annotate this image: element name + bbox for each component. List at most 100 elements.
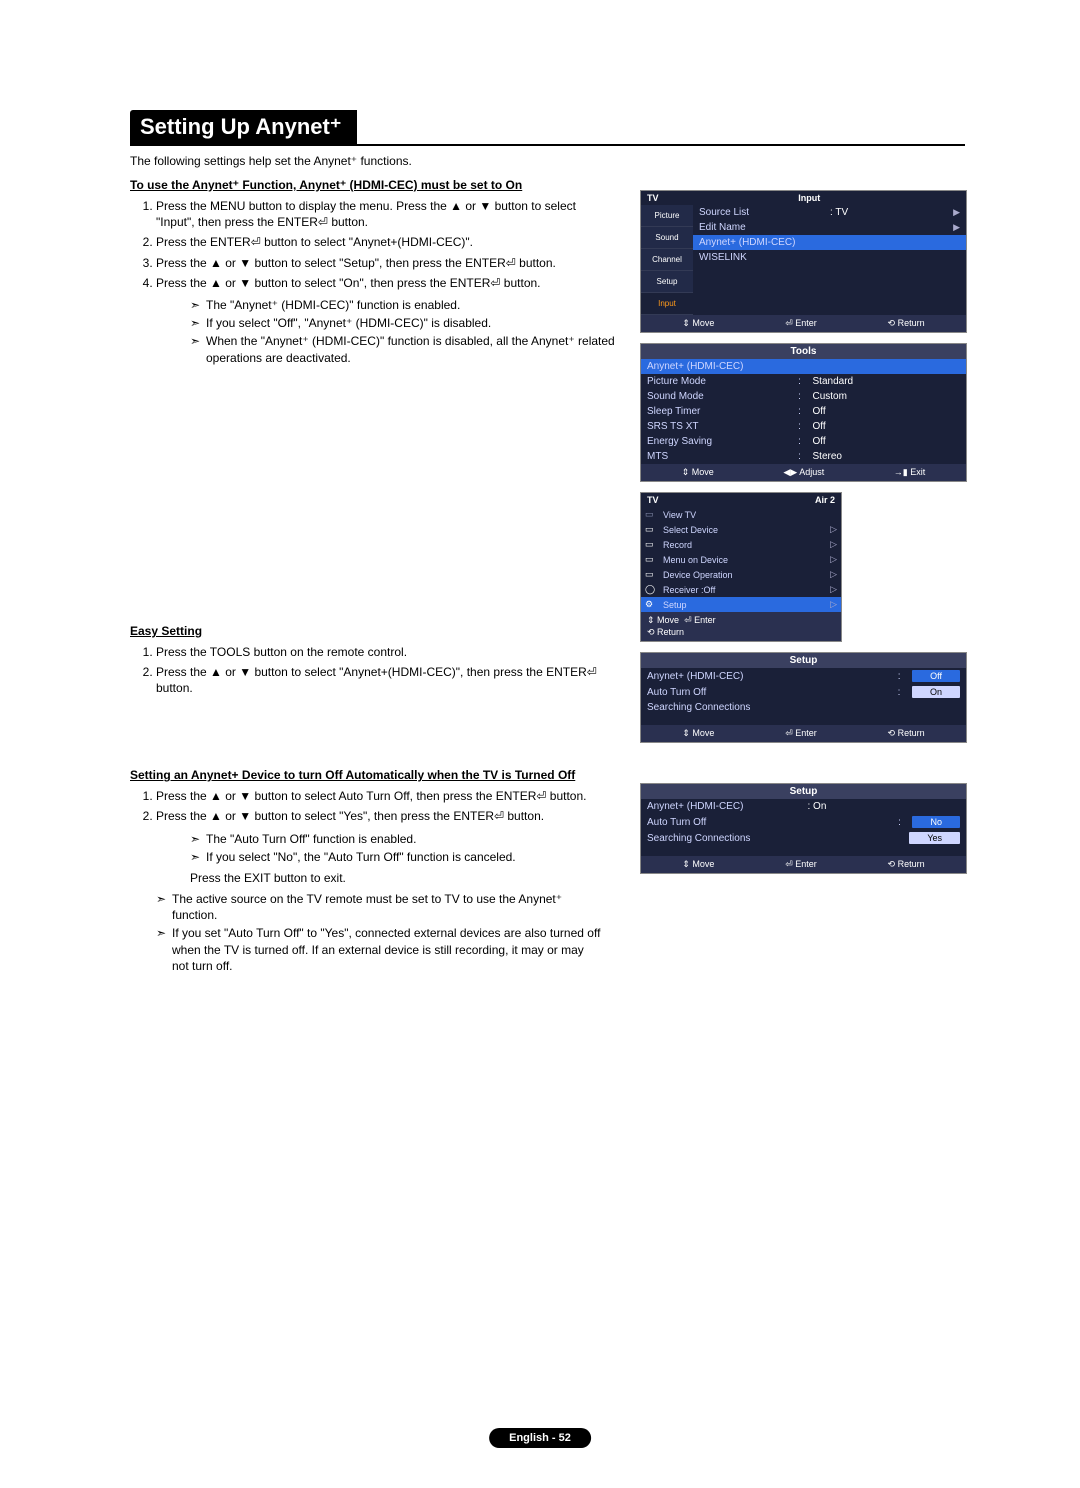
hint-enter: ⏎ Enter <box>785 859 817 870</box>
note: If you select "Off", "Anynet⁺ (HDMI-CEC)… <box>190 315 636 331</box>
hint-move: ⇕ Move <box>682 318 714 329</box>
menu-row[interactable]: Sleep Timer:Off <box>641 404 966 419</box>
menu-row[interactable]: ▭Device Operation▷ <box>641 567 841 582</box>
exit-line: Press the EXIT button to exit. <box>190 871 620 885</box>
chevron-right-icon: ▶ <box>953 207 960 218</box>
page-number: English - 52 <box>489 1428 591 1448</box>
hint-move: ⇕ Move <box>682 467 714 478</box>
step: Press the ▲ or ▼ button to select "Setup… <box>156 255 616 271</box>
osd-sidebar: Picture Sound Channel Setup Input <box>641 205 693 315</box>
hint-enter: ⏎ Enter <box>785 318 817 329</box>
osd-footer: ⇕ Move ⏎ Enter ⟲ Return <box>641 725 966 742</box>
value-box[interactable]: No <box>912 816 960 828</box>
air-label: Air 2 <box>815 495 835 505</box>
tv-label: TV <box>647 495 659 505</box>
osd-setup-menu-2: Setup Anynet+ (HDMI-CEC): On Auto Turn O… <box>640 783 967 874</box>
hint-return: ⟲ Return <box>647 627 684 638</box>
menu-row[interactable]: Picture Mode:Standard <box>641 374 966 389</box>
osd-input-menu: TV Input Picture Sound Channel Setup Inpu… <box>640 190 967 333</box>
note: The active source on the TV remote must … <box>156 891 602 923</box>
device-icon: ▭ <box>645 524 663 535</box>
chevron-right-icon: ▷ <box>830 569 837 580</box>
hint-adjust: ◀▶ Adjust <box>783 467 824 478</box>
step: Press the ▲ or ▼ button to select Auto T… <box>156 788 616 804</box>
sidebar-item[interactable]: Picture <box>641 205 693 227</box>
menu-row: ▭View TV <box>641 507 841 522</box>
osd-footer: ⇕ Move ⏎ Enter ⟲ Return <box>641 612 841 641</box>
menu-row[interactable]: Searching ConnectionsYes <box>641 830 966 846</box>
osd-footer: ⇕ Move ◀▶ Adjust →▮ Exit <box>641 464 966 481</box>
menu-row[interactable]: Anynet+ (HDMI-CEC): On <box>641 799 966 814</box>
hint-return: ⟲ Return <box>888 318 925 329</box>
hint-enter: ⏎ Enter <box>684 615 716 625</box>
menu-row[interactable]: MTS:Stereo <box>641 449 966 464</box>
menu-title: Tools <box>641 344 966 359</box>
menu-row[interactable]: ▭Record▷ <box>641 537 841 552</box>
chevron-right-icon: ▷ <box>830 554 837 565</box>
chevron-right-icon: ▶ <box>953 222 960 233</box>
value-box[interactable]: Off <box>912 670 960 682</box>
section3-notes2: The active source on the TV remote must … <box>156 891 965 974</box>
step: Press the ENTER⏎ button to select "Anyne… <box>156 234 616 250</box>
osd-footer: ⇕ Move ⏎ Enter ⟲ Return <box>641 315 966 332</box>
menu-row[interactable]: Auto Turn Off:On <box>641 684 966 700</box>
menu-row-selected[interactable]: ⚙Setup▷ <box>641 597 841 612</box>
tv-icon: ▭ <box>645 509 663 520</box>
step: Press the MENU button to display the men… <box>156 198 616 230</box>
menu-row[interactable]: Searching Connections <box>641 700 966 715</box>
sidebar-item[interactable]: Sound <box>641 227 693 249</box>
menu-row[interactable]: WISELINK <box>693 250 966 265</box>
menu-row[interactable]: ▭Select Device▷ <box>641 522 841 537</box>
menu-row[interactable]: ◯Receiver :Off▷ <box>641 582 841 597</box>
note: If you set "Auto Turn Off" to "Yes", con… <box>156 925 602 974</box>
menu-row[interactable]: Edit Name▶ <box>693 220 966 235</box>
sidebar-item[interactable]: Input <box>641 293 693 315</box>
chevron-right-icon: ▷ <box>830 524 837 535</box>
hint-return: ⟲ Return <box>888 728 925 739</box>
receiver-icon: ◯ <box>645 584 663 595</box>
menu-row[interactable]: Sound Mode:Custom <box>641 389 966 404</box>
page-title: Setting Up Anynet⁺ <box>130 110 357 144</box>
osd-tools-menu: Tools Anynet+ (HDMI-CEC) Picture Mode:St… <box>640 343 967 482</box>
value-box[interactable]: On <box>912 686 960 698</box>
step: Press the ▲ or ▼ button to select "On", … <box>156 275 616 291</box>
osd-setup-menu-1: Setup Anynet+ (HDMI-CEC):Off Auto Turn O… <box>640 652 967 743</box>
tv-label: TV <box>647 193 659 203</box>
step: Press the ▲ or ▼ button to select "Anyne… <box>156 664 616 696</box>
note: If you select "No", the "Auto Turn Off" … <box>190 849 636 865</box>
menu-row[interactable]: Anynet+ (HDMI-CEC):Off <box>641 668 966 684</box>
operation-icon: ▭ <box>645 569 663 580</box>
value-box[interactable]: Yes <box>909 832 960 844</box>
menu-row[interactable]: ▭Menu on Device▷ <box>641 552 841 567</box>
chevron-right-icon: ▷ <box>830 539 837 550</box>
menu-row[interactable]: Energy Saving:Off <box>641 434 966 449</box>
menu-title: Setup <box>641 653 966 668</box>
osd-footer: ⇕ Move ⏎ Enter ⟲ Return <box>641 856 966 873</box>
hint-move: ⇕ Move <box>682 728 714 739</box>
hint-return: ⟲ Return <box>888 859 925 870</box>
note: The "Auto Turn Off" function is enabled. <box>190 831 636 847</box>
menu-icon: ▭ <box>645 554 663 565</box>
intro-text: The following settings help set the Anyn… <box>130 154 965 168</box>
menu-row[interactable]: SRS TS XT:Off <box>641 419 966 434</box>
sidebar-item[interactable]: Channel <box>641 249 693 271</box>
menu-row-selected[interactable]: Anynet+ (HDMI-CEC) <box>641 359 966 374</box>
chevron-right-icon: ▷ <box>830 584 837 595</box>
step: Press the TOOLS button on the remote con… <box>156 644 616 660</box>
menu-title: Setup <box>641 784 966 799</box>
record-icon: ▭ <box>645 539 663 550</box>
menu-row[interactable]: Auto Turn Off:No <box>641 814 966 830</box>
hint-move: ⇕ Move <box>682 859 714 870</box>
menu-row-selected[interactable]: Anynet+ (HDMI-CEC) <box>693 235 966 250</box>
note: The "Anynet⁺ (HDMI-CEC)" function is ena… <box>190 297 636 313</box>
sidebar-item[interactable]: Setup <box>641 271 693 293</box>
note: When the "Anynet⁺ (HDMI-CEC)" function i… <box>190 333 636 365</box>
menu-title: Input <box>798 193 820 203</box>
hint-exit: →▮ Exit <box>894 467 925 478</box>
chevron-right-icon: ▷ <box>830 599 837 610</box>
hint-move: ⇕ Move <box>647 615 679 625</box>
step: Press the ▲ or ▼ button to select "Yes",… <box>156 808 616 824</box>
hint-enter: ⏎ Enter <box>785 728 817 739</box>
menu-row[interactable]: Source List: TV▶ <box>693 205 966 220</box>
gear-icon: ⚙ <box>645 599 663 610</box>
